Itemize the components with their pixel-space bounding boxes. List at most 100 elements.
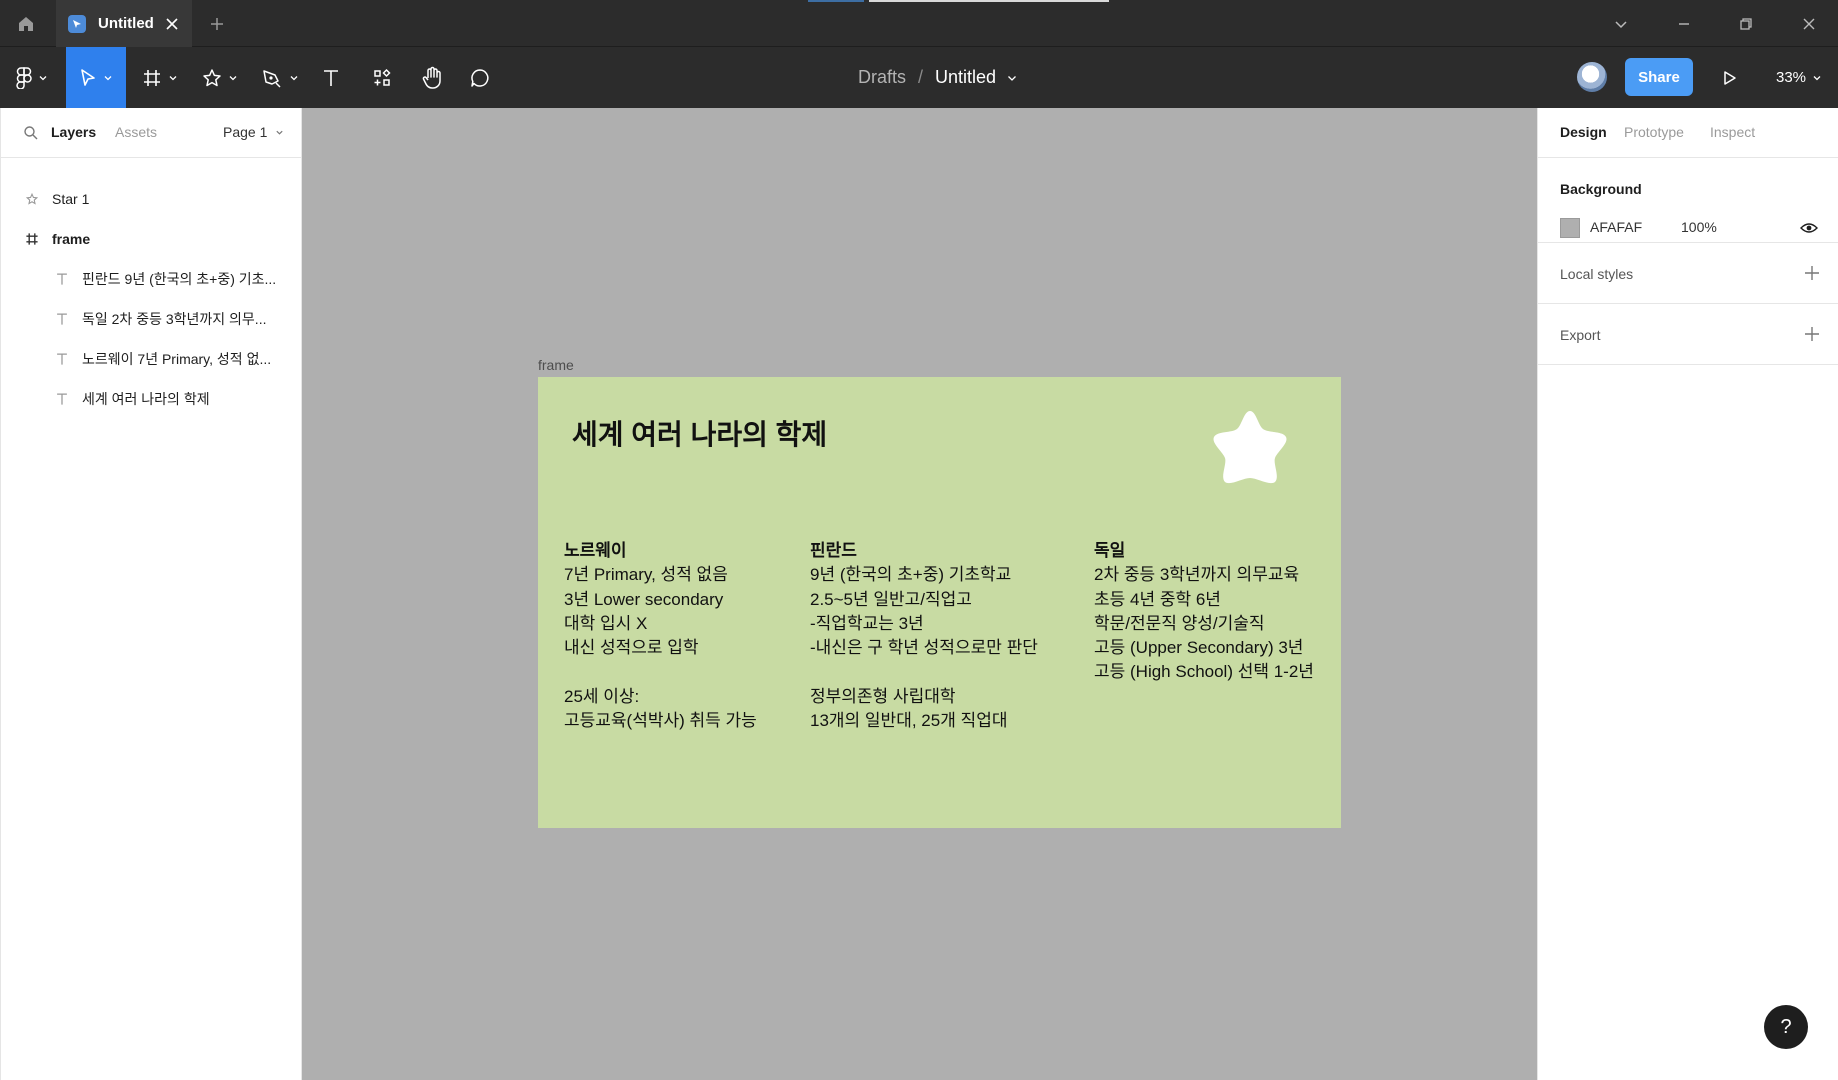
- eye-icon[interactable]: [1800, 222, 1818, 234]
- local-styles-title: Local styles: [1560, 266, 1634, 282]
- frame-title-text[interactable]: 세계 여러 나라의 학제: [572, 413, 827, 453]
- column-line: 7년 Primary, 성적 없음: [564, 565, 728, 585]
- background-section: Background AFAFAF 100%: [1538, 158, 1838, 243]
- breadcrumb-separator: /: [918, 67, 924, 87]
- comment-tool-button[interactable]: [462, 47, 498, 108]
- zoom-level: 33%: [1776, 69, 1807, 86]
- layer-label: 핀란드 9년 (한국의 초+중) 기초...: [82, 271, 277, 287]
- file-name[interactable]: Untitled: [935, 67, 996, 88]
- layer-label: 노르웨이 7년 Primary, 성적 없...: [82, 351, 272, 367]
- frame-tool-button[interactable]: [136, 47, 184, 108]
- plus-icon: [211, 18, 223, 30]
- chevron-down-icon: [104, 75, 112, 80]
- text-icon: [57, 353, 67, 365]
- shape-tool-button[interactable]: [196, 47, 244, 108]
- close-window-button[interactable]: [1797, 12, 1821, 36]
- background-color-swatch[interactable]: [1560, 218, 1580, 238]
- column-line: 2차 중등 3학년까지 의무교육: [1094, 565, 1300, 585]
- tab-inspect[interactable]: Inspect: [1710, 124, 1755, 140]
- layer-text-finland[interactable]: 핀란드 9년 (한국의 초+중) 기초...: [1, 259, 301, 299]
- text-norway[interactable]: 노르웨이 7년 Primary, 성적 없음 3년 Lower secondar…: [564, 539, 757, 733]
- home-icon: [19, 16, 33, 31]
- column-line: 25세 이상:: [564, 686, 640, 706]
- hand-tool-button[interactable]: [414, 47, 450, 108]
- page-selector[interactable]: Page 1: [223, 124, 284, 140]
- pen-tool-button[interactable]: [256, 47, 304, 108]
- canvas[interactable]: frame 세계 여러 나라의 학제 노르웨이 7년 Primary, 성적 없…: [302, 108, 1537, 1080]
- plus-icon[interactable]: [1804, 265, 1820, 281]
- loading-indicator: [808, 0, 864, 2]
- figma-logo-icon: [16, 66, 32, 89]
- text-finland[interactable]: 핀란드 9년 (한국의 초+중) 기초학교 2.5~5년 일반고/직업고 -직업…: [810, 539, 1038, 733]
- resources-button[interactable]: [364, 47, 400, 108]
- share-button[interactable]: Share: [1625, 58, 1693, 96]
- components-icon: [374, 68, 391, 86]
- column-line: 고등 (High School) 선택 1-2년: [1094, 662, 1314, 682]
- layer-label: 독일 2차 중등 3학년까지 의무...: [82, 311, 267, 327]
- plus-icon[interactable]: [1804, 326, 1820, 342]
- tab-close-button[interactable]: [162, 14, 182, 34]
- restore-button[interactable]: [1734, 12, 1758, 36]
- column-line: 2.5~5년 일반고/직업고: [810, 589, 972, 609]
- background-hex-input[interactable]: AFAFAF: [1590, 219, 1642, 235]
- frame-label[interactable]: frame: [538, 357, 574, 373]
- background-opacity-input[interactable]: 100%: [1681, 219, 1717, 235]
- layer-text-norway[interactable]: 노르웨이 7년 Primary, 성적 없...: [1, 339, 301, 379]
- column-line: 초등 4년 중학 6년: [1094, 589, 1221, 609]
- column-line: 대학 입시 X: [564, 613, 648, 633]
- layer-text-germany[interactable]: 독일 2차 중등 3학년까지 의무...: [1, 299, 301, 339]
- move-tool-button[interactable]: [66, 47, 126, 108]
- breadcrumb-drafts-link[interactable]: Drafts: [858, 67, 906, 88]
- export-section: Export: [1538, 304, 1838, 365]
- frame[interactable]: 세계 여러 나라의 학제 노르웨이 7년 Primary, 성적 없음 3년 L…: [538, 377, 1341, 828]
- chevron-down-icon: [276, 130, 283, 135]
- new-tab-button[interactable]: [205, 12, 229, 36]
- play-icon: [1724, 70, 1736, 85]
- chevron-down-icon: [169, 75, 177, 80]
- chevron-down-icon[interactable]: [1006, 72, 1018, 84]
- layer-star-1[interactable]: Star 1: [1, 179, 301, 219]
- local-styles-section: Local styles: [1538, 243, 1838, 304]
- tab-assets[interactable]: Assets: [115, 124, 157, 140]
- column-line: 내신 성적으로 입학: [564, 638, 699, 658]
- column-line: 13개의 일반대, 25개 직업대: [810, 711, 1008, 731]
- pen-icon: [263, 69, 281, 88]
- tabs-dropdown-button[interactable]: [1609, 12, 1633, 36]
- export-title: Export: [1560, 327, 1601, 343]
- search-icon[interactable]: [23, 125, 39, 141]
- figma-file-icon: [68, 14, 86, 33]
- tab-prototype[interactable]: Prototype: [1624, 124, 1684, 140]
- home-button[interactable]: [0, 0, 52, 47]
- zoom-menu[interactable]: 33%: [1776, 47, 1822, 108]
- minimize-button[interactable]: [1672, 12, 1696, 36]
- layers-panel-header: Layers Assets Page 1: [1, 108, 301, 158]
- toolbar: Drafts / Untitled Share 33%: [0, 47, 1838, 108]
- tab-title: Untitled: [98, 15, 154, 32]
- chevron-down-icon: [39, 75, 47, 80]
- main-menu-button[interactable]: [8, 47, 56, 108]
- properties-tabs: Design Prototype Inspect: [1538, 108, 1838, 158]
- tab-design[interactable]: Design: [1560, 124, 1607, 140]
- text-germany[interactable]: 독일 2차 중등 3학년까지 의무교육 초등 4년 중학 6년 학문/전문직 양…: [1094, 539, 1314, 685]
- column-heading: 핀란드: [810, 541, 857, 560]
- present-button[interactable]: [1716, 47, 1744, 108]
- star-icon: [26, 193, 38, 205]
- layer-text-title[interactable]: 세계 여러 나라의 학제: [1, 379, 301, 419]
- properties-panel: Design Prototype Inspect Background AFAF…: [1537, 108, 1838, 1080]
- restore-icon: [1740, 18, 1752, 30]
- column-line: [564, 660, 757, 684]
- layer-frame[interactable]: frame: [1, 219, 301, 259]
- help-button[interactable]: ?: [1764, 1005, 1808, 1049]
- breadcrumb: Drafts / Untitled: [858, 47, 1018, 108]
- column-line: [810, 660, 1038, 684]
- text-tool-button[interactable]: [314, 47, 348, 108]
- column-line: 3년 Lower secondary: [564, 589, 724, 609]
- tab-untitled[interactable]: Untitled: [56, 0, 192, 47]
- background-title: Background: [1560, 181, 1642, 197]
- frame-icon: [26, 233, 38, 245]
- tab-layers[interactable]: Layers: [51, 124, 96, 140]
- minimize-icon: [1679, 23, 1689, 25]
- star-shape[interactable]: [1209, 407, 1291, 487]
- avatar[interactable]: [1577, 62, 1607, 92]
- column-heading: 노르웨이: [564, 541, 627, 560]
